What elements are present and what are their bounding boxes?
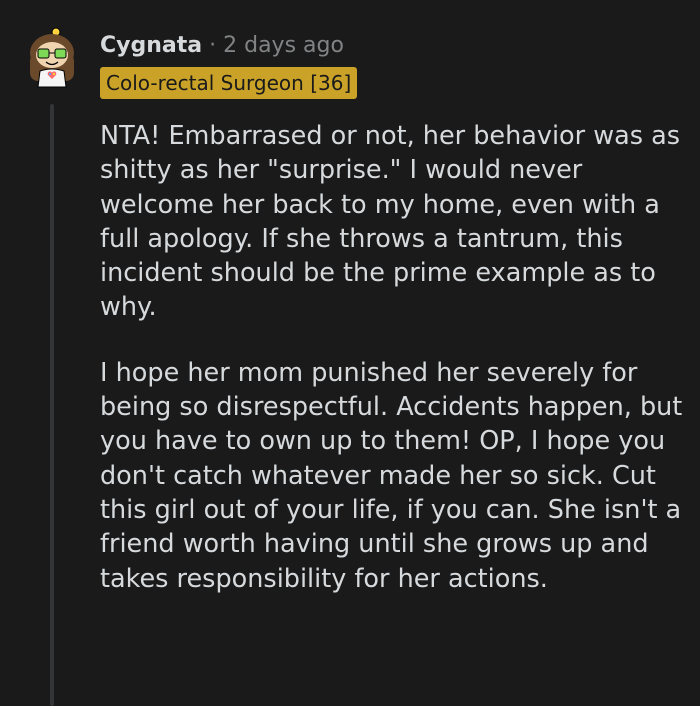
separator-dot: ·: [209, 32, 217, 58]
user-flair: Colo-rectal Surgeon [36]: [100, 67, 358, 99]
comment: Cygnata · 2 days ago Colo-rectal Surgeon…: [0, 0, 700, 706]
comment-meta: Cygnata · 2 days ago: [100, 28, 344, 62]
author-name[interactable]: Cygnata: [100, 33, 202, 58]
user-avatar-icon[interactable]: [24, 27, 80, 89]
comment-paragraph: NTA! Embarrased or not, her behavior was…: [100, 121, 681, 323]
timestamp[interactable]: 2 days ago: [223, 33, 344, 58]
comment-body: NTA! Embarrased or not, her behavior was…: [100, 119, 688, 627]
thread-line[interactable]: [50, 104, 54, 706]
comment-paragraph: I hope her mom punished her severely for…: [100, 357, 683, 594]
